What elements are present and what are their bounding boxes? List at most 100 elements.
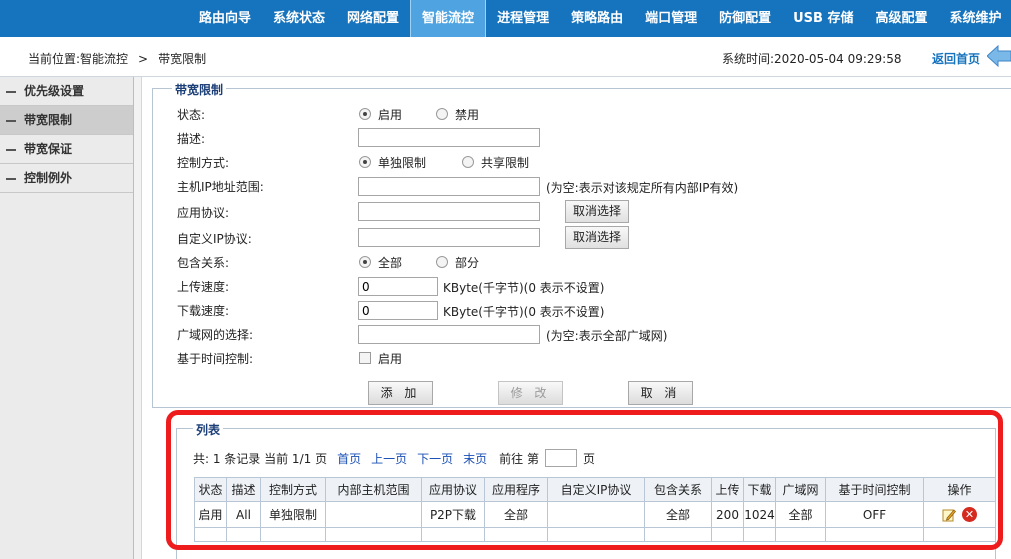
column-header: 广域网 [775, 477, 826, 502]
custom-ip-protocol-input[interactable] [358, 228, 540, 247]
table-cell [547, 501, 645, 528]
table-header-row: 状态 描述 控制方式 内部主机范围 应用协议 应用程序 自定义IP协议 包含关系… [194, 477, 996, 502]
status-enable-radio[interactable] [359, 108, 371, 120]
column-header: 描述 [226, 477, 261, 502]
sidebar-item-label: 控制例外 [24, 171, 73, 185]
add-button[interactable]: 添 加 [368, 381, 433, 405]
sidebar: 优先级设置 带宽限制 带宽保证 控制例外 [0, 77, 134, 559]
upload-speed-label: 上传速度: [177, 280, 230, 294]
operation-cell: ✕ [923, 501, 996, 528]
include-all-label: 全部 [378, 256, 403, 270]
app-cancel-select-button[interactable]: 取消选择 [565, 200, 629, 223]
return-home-link[interactable]: 返回首页 [932, 50, 980, 67]
column-header: 上传 [711, 477, 744, 502]
bandwidth-limit-legend: 带宽限制 [172, 81, 227, 98]
edit-icon[interactable] [942, 508, 956, 522]
modify-button[interactable]: 修 改 [498, 381, 563, 405]
control-single-radio[interactable] [359, 156, 371, 168]
sidebar-item-label: 优先级设置 [24, 84, 85, 98]
top-navigation-bar: 路由向导 系统状态 网络配置 智能流控 进程管理 策略路由 端口管理 防御配置 … [0, 0, 1011, 37]
host-ip-label: 主机IP地址范围: [177, 180, 264, 194]
time-control-checkbox[interactable] [359, 352, 371, 364]
app-protocol-input[interactable] [358, 202, 540, 221]
column-header: 状态 [194, 477, 227, 502]
host-ip-input[interactable] [358, 177, 540, 196]
column-header: 自定义IP协议 [547, 477, 645, 502]
control-method-label: 控制方式: [177, 156, 230, 170]
next-page-link[interactable]: 下一页 [417, 450, 453, 467]
nav-system-maintenance[interactable]: 系统维护 [939, 0, 1011, 37]
table-cell: P2P下载 [421, 501, 485, 528]
sidebar-scrollbar[interactable] [134, 77, 142, 559]
breadcrumb-current: 带宽限制 [158, 52, 207, 66]
include-part-label: 部分 [455, 256, 480, 270]
nav-system-status[interactable]: 系统状态 [262, 0, 336, 37]
nav-smart-flow-control[interactable]: 智能流控 [410, 0, 487, 37]
sidebar-item-priority[interactable]: 优先级设置 [0, 77, 133, 106]
nav-policy-routing[interactable]: 策略路由 [560, 0, 634, 37]
nav-route-wizard[interactable]: 路由向导 [188, 0, 262, 37]
breadcrumb-separator: > [138, 52, 149, 66]
nav-defense-config[interactable]: 防御配置 [708, 0, 782, 37]
download-speed-label: 下载速度: [177, 304, 230, 318]
breadcrumb-prefix: 当前位置:智能流控 [28, 52, 129, 66]
nav-network-config[interactable]: 网络配置 [336, 0, 410, 37]
download-speed-input[interactable] [358, 301, 438, 320]
include-relation-label: 包含关系: [177, 256, 230, 270]
upload-speed-input[interactable] [358, 277, 438, 296]
control-shared-radio[interactable] [462, 156, 474, 168]
table-cell: 全部 [644, 501, 712, 528]
table-cell: 启用 [194, 501, 227, 528]
goto-prefix: 前往 第 [499, 451, 539, 466]
table-cell [825, 527, 924, 542]
last-page-link[interactable]: 末页 [463, 450, 487, 467]
table-cell [194, 527, 227, 542]
nav-usb-storage[interactable]: USB 存储 [782, 0, 864, 37]
back-arrow-icon[interactable] [987, 45, 1011, 67]
table-cell [325, 527, 422, 542]
download-speed-hint: KByte(千字节)(0 表示不设置) [443, 305, 605, 319]
include-all-radio[interactable] [359, 256, 371, 268]
table-cell: 单独限制 [260, 501, 326, 528]
table-cell [743, 527, 776, 542]
sidebar-item-label: 带宽保证 [24, 142, 73, 156]
table-cell [260, 527, 326, 542]
sidebar-item-bandwidth-limit[interactable]: 带宽限制 [0, 106, 133, 135]
nav-port-management[interactable]: 端口管理 [634, 0, 708, 37]
time-control-label: 基于时间控制: [177, 352, 254, 366]
prev-page-link[interactable]: 上一页 [371, 450, 407, 467]
sidebar-item-control-exception[interactable]: 控制例外 [0, 164, 133, 193]
sidebar-item-bandwidth-guarantee[interactable]: 带宽保证 [0, 135, 133, 164]
wan-selection-input[interactable] [358, 325, 540, 344]
column-header: 应用协议 [421, 477, 485, 502]
nav-advanced-config[interactable]: 高级配置 [864, 0, 938, 37]
time-control-enable-label: 启用 [378, 352, 403, 366]
column-header: 操作 [923, 477, 996, 502]
goto-page-input[interactable] [544, 449, 577, 467]
table-cell: All [226, 501, 261, 528]
table-row[interactable]: 启用 All 单独限制 P2P下载 全部 全部 200 1024 全部 OFF … [194, 501, 996, 528]
table-cell [226, 527, 261, 542]
system-time: 系统时间:2020-05-04 09:29:58 [722, 52, 902, 66]
wan-selection-label: 广域网的选择: [177, 328, 254, 342]
cancel-button[interactable]: 取 消 [628, 381, 693, 405]
control-shared-label: 共享限制 [481, 156, 530, 170]
first-page-link[interactable]: 首页 [337, 450, 361, 467]
control-single-label: 单独限制 [378, 156, 427, 170]
description-label: 描述: [177, 132, 206, 146]
table-cell [923, 527, 996, 542]
status-enable-label: 启用 [378, 108, 403, 122]
include-part-radio[interactable] [436, 256, 448, 268]
table-cell [421, 527, 485, 542]
rule-table: 状态 描述 控制方式 内部主机范围 应用协议 应用程序 自定义IP协议 包含关系… [194, 477, 996, 542]
delete-icon[interactable]: ✕ [962, 507, 977, 522]
column-header: 包含关系 [644, 477, 712, 502]
sidebar-item-label: 带宽限制 [24, 113, 73, 127]
description-input[interactable] [358, 128, 540, 147]
table-cell: 全部 [484, 501, 548, 528]
status-disable-label: 禁用 [455, 108, 480, 122]
nav-process-management[interactable]: 进程管理 [486, 0, 560, 37]
status-disable-radio[interactable] [436, 108, 448, 120]
pagination: 共: 1 条记录 当前 1/1 页 首页 上一页 下一页 末页 前往 第 页 [193, 449, 595, 467]
custom-cancel-select-button[interactable]: 取消选择 [565, 226, 629, 249]
